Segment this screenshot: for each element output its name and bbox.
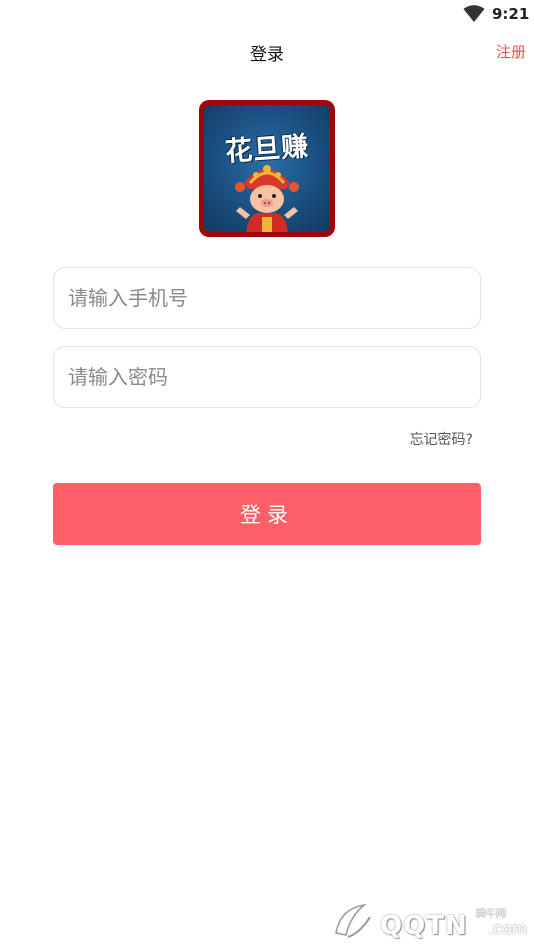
login-button[interactable]: 登录 bbox=[53, 483, 481, 545]
watermark-logo-icon bbox=[335, 903, 371, 938]
status-bar: 9:21 bbox=[0, 0, 534, 28]
status-time: 9:21 bbox=[492, 5, 530, 23]
phone-input[interactable] bbox=[54, 268, 480, 328]
phone-field[interactable] bbox=[53, 267, 481, 329]
register-link[interactable]: 注册 bbox=[496, 41, 526, 62]
watermark: QQTN 腾牛网 .com bbox=[330, 893, 530, 945]
password-input[interactable] bbox=[54, 347, 480, 407]
forgot-password-link[interactable]: 忘记密码? bbox=[410, 429, 473, 449]
page-title: 登录 bbox=[250, 45, 284, 65]
watermark-small-text: 腾牛网 bbox=[476, 909, 506, 920]
pig-opera-mascot-icon bbox=[235, 165, 299, 232]
wifi-icon bbox=[463, 5, 485, 22]
watermark-suffix: .com bbox=[488, 919, 528, 938]
password-field[interactable] bbox=[53, 346, 481, 408]
watermark-text: QQTN bbox=[380, 911, 468, 941]
app-logo: 花旦赚 bbox=[199, 100, 335, 237]
logo-background: 花旦赚 bbox=[204, 105, 330, 232]
